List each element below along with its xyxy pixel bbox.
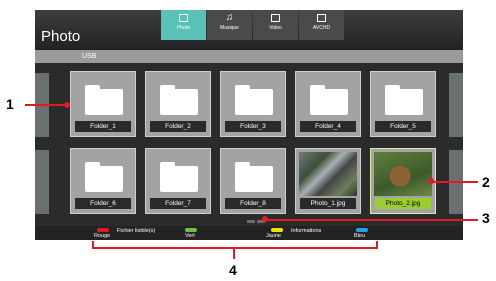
- tab-avchd[interactable]: AVCHD: [299, 10, 344, 40]
- photo-tile-selected[interactable]: Photo_2.jpg: [370, 148, 436, 214]
- video-icon: [271, 14, 280, 22]
- tile-label: Folder_3: [225, 121, 281, 132]
- photo-thumbnail: [374, 152, 432, 196]
- folder-icon: [235, 85, 273, 115]
- green-key-icon: [185, 228, 197, 232]
- callout-line-3: [265, 219, 478, 221]
- callout-line-2: [430, 181, 478, 183]
- scroll-edge-left: [35, 150, 49, 214]
- tile-label: Folder_8: [225, 198, 281, 209]
- info-label: Informations: [291, 228, 322, 234]
- folder-tile[interactable]: Folder_4: [295, 71, 361, 137]
- tv-screen: Photo Photo ♫ Musique Video AVCHD USB Fo…: [35, 10, 463, 240]
- tab-video[interactable]: Video: [253, 10, 298, 40]
- avchd-icon: [317, 14, 326, 22]
- scroll-edge-right: [449, 73, 463, 137]
- folder-tile[interactable]: Folder_1: [70, 71, 136, 137]
- photo-thumbnail: [299, 152, 357, 196]
- grid-row: Folder_6 Folder_7 Folder_8 Photo_1.jpg P…: [35, 148, 463, 216]
- color-key-footer: Rouge Fichier lisible(s) Vert Jaune Info…: [35, 226, 463, 240]
- red-key-icon: [97, 228, 109, 232]
- folder-tile[interactable]: Folder_3: [220, 71, 286, 137]
- tile-label: Folder_7: [150, 198, 206, 209]
- tile-label: Folder_2: [150, 121, 206, 132]
- blue-key-icon: [356, 228, 368, 232]
- callout-bracket-4-right: [376, 241, 378, 249]
- callout-2: 2: [482, 174, 490, 190]
- tile-label: Photo_1.jpg: [300, 198, 356, 209]
- folder-icon: [310, 85, 348, 115]
- blue-key-label: Bleu: [354, 233, 366, 239]
- callout-3: 3: [482, 210, 490, 226]
- tab-label: Photo: [176, 25, 191, 31]
- tile-label: Folder_1: [75, 121, 131, 132]
- folder-icon: [160, 85, 198, 115]
- folder-tile[interactable]: Folder_8: [220, 148, 286, 214]
- callout-4: 4: [229, 262, 237, 278]
- grid-row: Folder_1 Folder_2 Folder_3 Folder_4 Fold…: [35, 71, 463, 139]
- source-label: USB: [82, 53, 97, 60]
- folder-icon: [385, 85, 423, 115]
- yellow-key-label: Jaune: [266, 233, 281, 239]
- folder-icon: [85, 85, 123, 115]
- folder-tile[interactable]: Folder_5: [370, 71, 436, 137]
- callout-dot-1: [64, 102, 70, 108]
- tab-label: AVCHD: [312, 25, 331, 31]
- tab-photo[interactable]: Photo: [161, 10, 206, 40]
- source-bar: USB: [35, 50, 463, 63]
- photo-icon: [179, 14, 188, 22]
- callout-1: 1: [6, 96, 14, 112]
- folder-tile[interactable]: Folder_2: [145, 71, 211, 137]
- tab-label: Video: [269, 25, 282, 31]
- tab-music[interactable]: ♫ Musique: [207, 10, 252, 40]
- tile-label: Folder_6: [75, 198, 131, 209]
- tile-label: Photo_2.jpg: [375, 198, 431, 209]
- callout-dot-3: [262, 216, 268, 222]
- tile-label: Folder_5: [375, 121, 431, 132]
- readable-files-label: Fichier lisible(s): [117, 228, 156, 234]
- folder-icon: [160, 162, 198, 192]
- green-key-label: Vert: [185, 233, 195, 239]
- callout-bracket-4: [92, 247, 378, 249]
- tile-label: Folder_4: [300, 121, 356, 132]
- folder-icon: [235, 162, 273, 192]
- page-title: Photo: [41, 28, 81, 45]
- top-bar: Photo Photo ♫ Musique Video AVCHD: [35, 10, 463, 50]
- photo-tile[interactable]: Photo_1.jpg: [295, 148, 361, 214]
- tab-label: Musique: [220, 25, 239, 31]
- yellow-key-icon: [271, 228, 283, 232]
- callout-bracket-4-stem: [233, 249, 235, 259]
- callout-bracket-4-left: [92, 241, 94, 249]
- callout-dot-2: [428, 178, 434, 184]
- music-icon: ♫: [225, 12, 234, 23]
- callout-line-1: [25, 104, 67, 106]
- folder-tile[interactable]: Folder_7: [145, 148, 211, 214]
- red-key-label: Rouge: [94, 233, 111, 239]
- folder-icon: [85, 162, 123, 192]
- media-tabs: Photo ♫ Musique Video AVCHD: [161, 10, 345, 40]
- folder-tile[interactable]: Folder_6: [70, 148, 136, 214]
